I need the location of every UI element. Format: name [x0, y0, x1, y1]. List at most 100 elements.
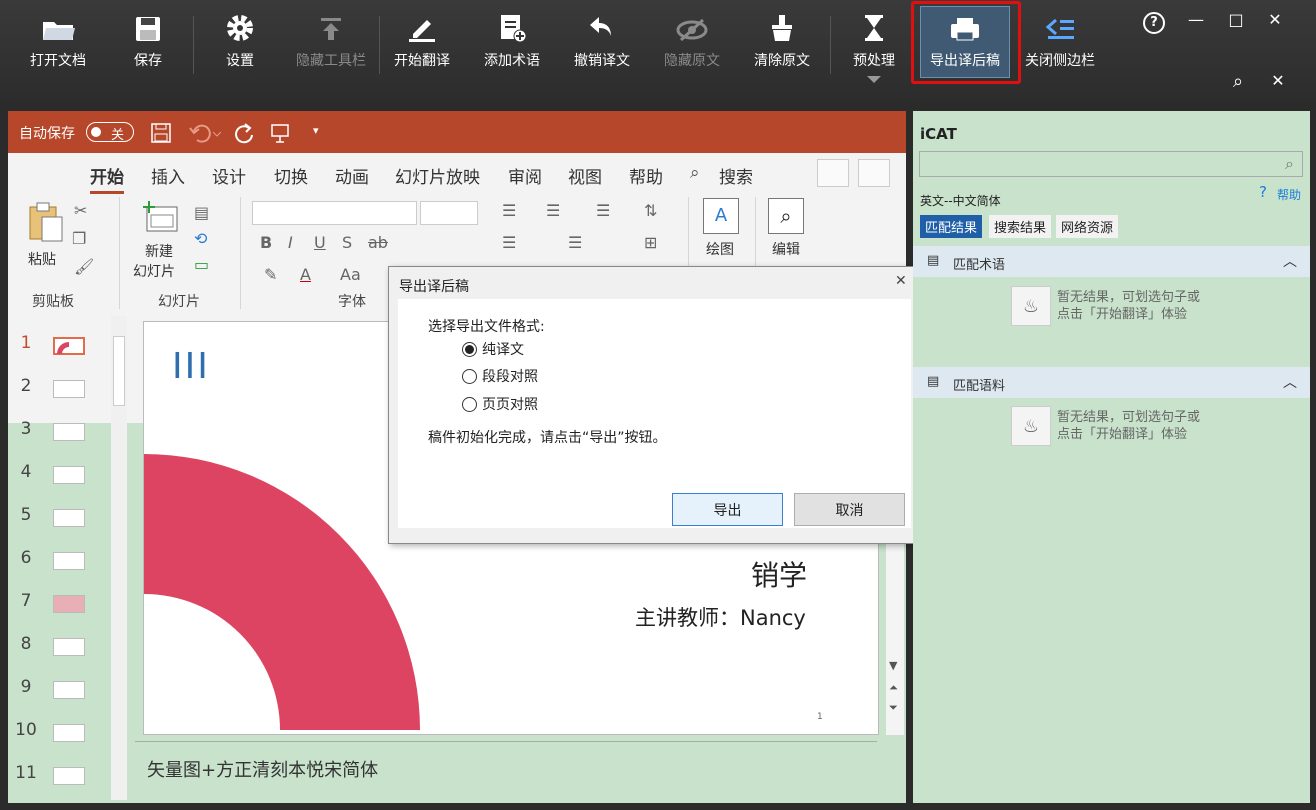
slide-thumb[interactable] — [53, 337, 85, 355]
autosave-toggle[interactable]: 关 — [86, 122, 134, 143]
indent-icon[interactable]: ☰ — [502, 233, 516, 252]
draw-label[interactable]: 绘图 — [706, 239, 734, 259]
close-window-button[interactable]: ✕ — [1263, 10, 1287, 29]
tab-slideshow[interactable]: 幻灯片放映 — [395, 163, 480, 188]
slide-thumb[interactable] — [53, 767, 85, 785]
search-icon[interactable]: ⌕ — [690, 163, 700, 183]
presentation-icon[interactable] — [270, 122, 292, 144]
shadow-icon[interactable]: S — [342, 233, 352, 252]
tab-help[interactable]: 帮助 — [629, 163, 663, 188]
save-button[interactable]: 保存 — [122, 14, 174, 74]
find-icon[interactable]: ⌕ — [768, 198, 804, 234]
section-icon[interactable]: ▭ — [194, 255, 209, 274]
numbering-icon[interactable]: ☰ — [546, 201, 560, 220]
section-match-terms[interactable]: ▤ 匹配术语 ︿ — [913, 246, 1310, 277]
option-page-compare[interactable]: 页页对照 — [462, 394, 538, 414]
paste-icon[interactable] — [28, 201, 64, 243]
slide-thumb[interactable] — [53, 681, 85, 699]
help-icon[interactable]: ? — [1259, 183, 1267, 201]
cancel-button[interactable]: 取消 — [794, 493, 905, 526]
bold-icon[interactable]: B — [260, 233, 272, 252]
bullets-icon[interactable]: ☰ — [502, 201, 516, 220]
columns-icon[interactable]: ☰ — [568, 233, 582, 252]
option-translation-only[interactable]: 纯译文 — [462, 339, 524, 359]
tab-animations[interactable]: 动画 — [335, 163, 369, 188]
draw-icon[interactable]: A — [703, 198, 739, 234]
start-translate-button[interactable]: 开始翻译 — [390, 14, 454, 74]
tab-home[interactable]: 开始 — [90, 163, 124, 194]
tab-design[interactable]: 设计 — [212, 163, 246, 188]
tab-view[interactable]: 视图 — [568, 163, 602, 188]
line-spacing-icon[interactable]: ☰ — [596, 201, 610, 220]
notes-pane[interactable]: 矢量图+方正清刻本悦宋简体 — [135, 741, 877, 803]
format-painter-icon[interactable]: 🖌 — [74, 257, 94, 276]
scroll-down-icon[interactable]: ▼ — [889, 659, 897, 672]
tab-search-results[interactable]: 搜索结果 — [989, 215, 1052, 238]
hide-toolbar-button[interactable]: 隐藏工具栏 — [290, 14, 372, 74]
copy-icon[interactable]: ❐ — [72, 229, 86, 248]
chevron-up-icon[interactable]: ︿ — [1283, 251, 1297, 271]
slide-thumb[interactable] — [53, 509, 85, 527]
hide-source-button[interactable]: 隐藏原文 — [659, 14, 725, 74]
dialog-close-icon[interactable]: ✕ — [895, 273, 907, 289]
chevron-up-icon[interactable]: ︿ — [1283, 372, 1297, 392]
search-icon[interactable]: ⌕ — [1285, 154, 1294, 174]
next-slide-icon[interactable]: ⏷ — [889, 701, 898, 715]
customize-qat-icon[interactable]: ▾ — [313, 124, 319, 137]
slide-thumb[interactable] — [53, 595, 85, 613]
tab-transitions[interactable]: 切换 — [274, 163, 308, 188]
maximize-button[interactable]: □ — [1224, 10, 1248, 29]
font-color-icon[interactable]: A — [300, 265, 311, 284]
search-icon[interactable]: ⌕ — [1226, 71, 1250, 92]
tab-review[interactable]: 审阅 — [508, 163, 542, 188]
tab-insert[interactable]: 插入 — [151, 163, 185, 188]
cut-icon[interactable]: ✂ — [74, 201, 87, 220]
undo-icon[interactable] — [189, 122, 221, 144]
highlight-icon[interactable]: ✎ — [264, 265, 277, 284]
section-match-corpus[interactable]: ▤ 匹配语料 ︿ — [913, 367, 1310, 398]
tab-web-resources[interactable]: 网络资源 — [1056, 215, 1119, 238]
preprocess-dropdown-icon[interactable] — [867, 76, 881, 83]
thumbnail-scrollbar[interactable] — [111, 316, 127, 800]
minimize-button[interactable]: — — [1184, 10, 1208, 29]
close-sidebar-button[interactable]: 关闭侧边栏 — [1020, 14, 1100, 74]
slide-thumb[interactable] — [53, 380, 85, 398]
tab-match-results[interactable]: 匹配结果 — [920, 215, 983, 238]
font-name-select[interactable] — [252, 201, 417, 225]
layout-icon[interactable]: ▤ — [194, 203, 209, 222]
help-link[interactable]: 帮助 — [1277, 186, 1301, 203]
slide-thumb[interactable] — [53, 638, 85, 656]
sidebar-search-input[interactable]: ⌕ — [919, 151, 1303, 177]
new-slide-icon[interactable] — [141, 201, 179, 233]
export-draft-button[interactable]: 导出译后稿 — [922, 14, 1008, 74]
slide-thumb[interactable] — [53, 423, 85, 441]
tab-search[interactable]: 搜索 — [719, 163, 753, 188]
edit-label[interactable]: 编辑 — [772, 239, 800, 259]
slide-thumb[interactable] — [53, 724, 85, 742]
export-button[interactable]: 导出 — [672, 493, 783, 526]
align-text-icon[interactable]: ⊞ — [644, 233, 657, 252]
font-case-icon[interactable]: Aa — [340, 265, 361, 284]
underline-icon[interactable]: U — [314, 233, 326, 252]
help-icon[interactable]: ? — [1143, 12, 1165, 34]
preprocess-button[interactable]: 预处理 — [847, 14, 901, 74]
slide-thumb[interactable] — [53, 552, 85, 570]
close-panel-button[interactable]: ✕ — [1266, 71, 1290, 90]
prev-slide-icon[interactable]: ⏶ — [889, 681, 898, 695]
add-term-button[interactable]: 添加术语 — [479, 14, 545, 74]
slide-thumb[interactable] — [53, 466, 85, 484]
clear-source-button[interactable]: 清除原文 — [749, 14, 815, 74]
reset-icon[interactable]: ⟲ — [194, 229, 207, 248]
settings-button[interactable]: 设置 — [212, 14, 268, 74]
option-paragraph-compare[interactable]: 段段对照 — [462, 366, 538, 386]
open-document-button[interactable]: 打开文档 — [22, 14, 94, 74]
italic-icon[interactable]: I — [288, 233, 293, 252]
redo-icon[interactable] — [233, 122, 255, 144]
undo-translation-button[interactable]: 撤销译文 — [569, 14, 635, 74]
save-icon[interactable] — [151, 123, 171, 143]
strikethrough-icon[interactable]: ab — [368, 233, 388, 252]
text-direction-icon[interactable]: ⇅ — [644, 201, 657, 220]
comment-icon[interactable] — [858, 159, 890, 187]
share-icon[interactable] — [817, 159, 849, 187]
font-size-select[interactable] — [420, 201, 478, 225]
